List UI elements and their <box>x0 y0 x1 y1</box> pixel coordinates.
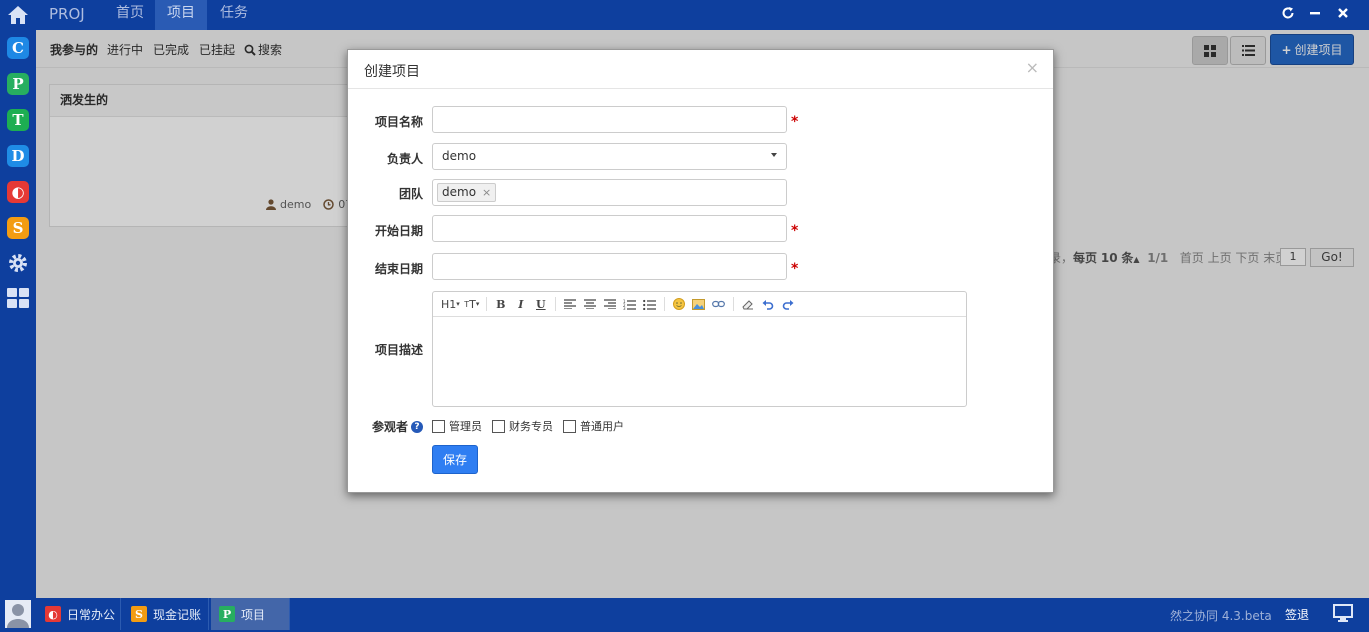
image-icon[interactable] <box>689 294 709 314</box>
task-daily-office[interactable]: ◐ 日常办公 <box>37 598 121 630</box>
project-name-input[interactable] <box>432 106 787 133</box>
start-date-input[interactable] <box>432 215 787 242</box>
top-bar: PROJ 首页 项目 任务 <box>36 0 1369 30</box>
dock-app-office[interactable]: ◐ <box>7 181 29 203</box>
team-tag-input[interactable]: demo × <box>432 179 787 206</box>
p-app-icon: P <box>12 75 24 93</box>
bold-button[interactable]: B <box>491 294 511 314</box>
team-tag-label: demo <box>442 185 477 199</box>
team-label: 团队 <box>398 187 423 201</box>
end-date-input[interactable] <box>432 253 787 280</box>
redo-icon[interactable] <box>778 294 798 314</box>
logout-link[interactable]: 签退 <box>1285 606 1309 623</box>
task-cash-book[interactable]: S 现金记账 <box>123 598 209 630</box>
editor-toolbar: H1 ▾ T T ▾ B I U 123 <box>433 292 966 317</box>
end-date-label: 结束日期 <box>374 262 423 276</box>
dock-app-c[interactable]: C <box>7 37 29 59</box>
app-brand[interactable]: PROJ <box>49 5 85 23</box>
unordered-list-icon[interactable] <box>640 294 660 314</box>
dialog-divider <box>348 88 1053 89</box>
required-mark: * <box>791 261 799 277</box>
dock-app-p[interactable]: P <box>7 73 29 95</box>
align-center-icon[interactable] <box>580 294 600 314</box>
align-left-icon[interactable] <box>560 294 580 314</box>
app-dock: C P T D ◐ S <box>0 0 36 632</box>
help-icon[interactable]: ? <box>411 420 423 433</box>
gear-icon[interactable] <box>6 251 30 275</box>
required-mark: * <box>791 114 799 130</box>
description-label: 项目描述 <box>374 343 423 357</box>
save-button[interactable]: 保存 <box>432 445 478 474</box>
dock-app-t[interactable]: T <box>7 109 29 131</box>
nav-task[interactable]: 任务 <box>208 0 260 30</box>
dock-app-d[interactable]: D <box>7 145 29 167</box>
observers-label-text: 参观者 <box>371 420 408 434</box>
project-app-icon: P <box>219 606 235 622</box>
toolbar-separator <box>554 297 556 311</box>
svg-text:3: 3 <box>623 306 626 310</box>
cash-app-icon: S <box>131 606 147 622</box>
undo-icon[interactable] <box>758 294 778 314</box>
owner-select[interactable]: demo <box>432 143 787 170</box>
task-label: 日常办公 <box>67 607 116 622</box>
description-editor[interactable]: H1 ▾ T T ▾ B I U 123 <box>432 291 967 407</box>
project-name-label: 项目名称 <box>374 115 423 129</box>
dialog-close-icon[interactable]: × <box>1026 58 1039 77</box>
s-app-icon: S <box>12 219 24 237</box>
underline-button[interactable]: U <box>531 294 551 314</box>
d-app-icon: D <box>11 147 25 165</box>
grid-apps-icon[interactable] <box>6 286 30 310</box>
taskbar: ◐ 日常办公 S 现金记账 P 项目 然之协同 4.3.beta 签退 <box>0 598 1369 632</box>
owner-select-value: demo <box>442 149 477 163</box>
italic-button[interactable]: I <box>511 294 531 314</box>
eraser-icon[interactable] <box>738 294 758 314</box>
dock-app-cash[interactable]: S <box>7 217 29 239</box>
owner-label: 负责人 <box>386 152 423 166</box>
align-right-icon[interactable] <box>600 294 620 314</box>
dialog-title: 创建项目 <box>364 64 420 80</box>
checkbox-finance-label: 财务专员 <box>509 420 553 433</box>
observers-label: 参观者 ? <box>348 418 423 435</box>
required-mark: * <box>791 223 799 239</box>
start-date-label: 开始日期 <box>374 224 423 238</box>
checkbox-admin-label: 管理员 <box>449 420 482 433</box>
observers-options: 管理员 财务专员 普通用户 <box>432 418 624 434</box>
avatar[interactable] <box>4 600 32 628</box>
emoticon-icon[interactable] <box>669 294 689 314</box>
heading-label: H1 <box>441 297 457 311</box>
checkbox-user-label: 普通用户 <box>580 420 624 433</box>
half-circle-app-icon: ◐ <box>11 183 25 201</box>
nav-project[interactable]: 项目 <box>155 0 207 30</box>
task-label: 项目 <box>241 607 266 622</box>
font-size-button[interactable]: T T ▾ <box>462 294 482 314</box>
close-icon[interactable] <box>1334 4 1352 22</box>
font-size-label: T <box>469 297 476 311</box>
refresh-icon[interactable] <box>1279 4 1297 22</box>
office-app-icon: ◐ <box>45 606 61 622</box>
version-label: 然之协同 4.3.beta <box>1170 609 1272 623</box>
toolbar-separator <box>485 297 487 311</box>
home-icon[interactable] <box>0 0 36 30</box>
link-icon[interactable] <box>709 294 729 314</box>
team-tag: demo × <box>437 183 497 202</box>
checkbox-user[interactable] <box>563 419 576 433</box>
tag-remove-icon[interactable]: × <box>482 184 491 201</box>
ordered-list-icon[interactable]: 123 <box>620 294 640 314</box>
task-label: 现金记账 <box>153 607 202 622</box>
chevron-down-icon <box>771 153 777 157</box>
toolbar-separator <box>663 297 665 311</box>
t-app-icon: T <box>12 111 24 129</box>
minimize-icon[interactable] <box>1306 4 1324 22</box>
checkbox-finance[interactable] <box>492 419 505 433</box>
task-project[interactable]: P 项目 <box>211 598 290 630</box>
c-app-icon: C <box>12 39 24 57</box>
create-project-dialog: 创建项目 × 项目名称 * 负责人 demo 团队 demo × 开始日期 * … <box>347 49 1054 493</box>
heading-button[interactable]: H1 ▾ <box>439 294 462 314</box>
toolbar-separator <box>732 297 734 311</box>
nav-home[interactable]: 首页 <box>104 0 156 30</box>
desktop-icon[interactable] <box>1333 604 1353 625</box>
checkbox-admin[interactable] <box>432 419 445 433</box>
